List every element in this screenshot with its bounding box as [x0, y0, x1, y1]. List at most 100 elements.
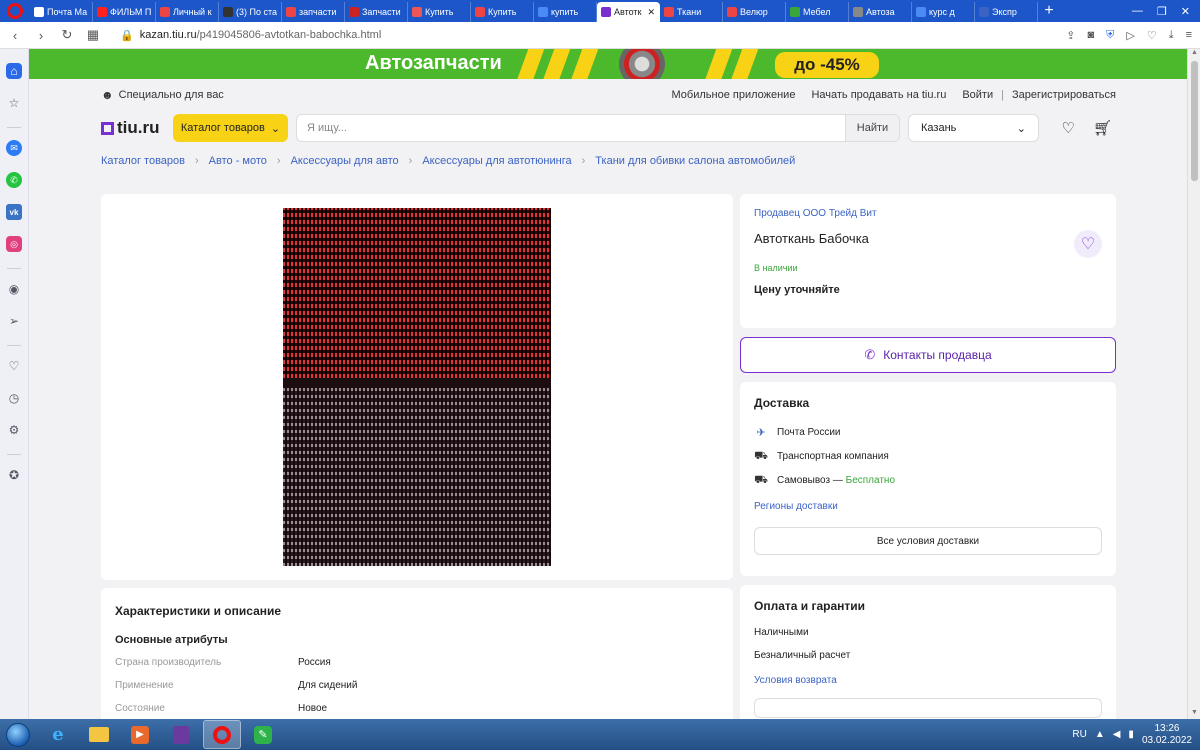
stock-status: В наличии	[754, 263, 798, 273]
start-selling-link[interactable]: Начать продавать на tiu.ru	[811, 89, 946, 101]
product-image[interactable]	[283, 208, 551, 566]
browser-tab[interactable]: Почта Ма	[30, 2, 93, 22]
seller-link[interactable]: Продавец ООО Трейд Вит	[754, 208, 1102, 219]
messenger-icon[interactable]: ✉	[6, 140, 22, 156]
send-icon[interactable]: ➢	[6, 313, 22, 329]
all-delivery-conditions-button[interactable]: Все условия доставки	[754, 527, 1102, 555]
opera-menu-button[interactable]	[0, 0, 30, 22]
camera-icon[interactable]: ◙	[1087, 29, 1094, 42]
clock[interactable]: 13:26 03.02.2022	[1142, 723, 1192, 747]
network-icon[interactable]: ▮	[1128, 729, 1134, 740]
browser-tab[interactable]: Запчасти	[345, 2, 408, 22]
delivery-item-post: ✈ Почта России	[754, 426, 1102, 439]
delivery-regions-link[interactable]: Регионы доставки	[754, 501, 1102, 512]
catalog-button[interactable]: Каталог товаров ⌄	[173, 114, 288, 142]
browser-tab[interactable]: (3) По стар	[219, 2, 282, 22]
browser-tab[interactable]: Велюр	[723, 2, 786, 22]
bookmark-heart-icon[interactable]: ♡	[1147, 29, 1157, 42]
search-button[interactable]: Найти	[845, 115, 899, 141]
scrollbar-thumb[interactable]	[1191, 61, 1198, 181]
tabs-grid-icon[interactable]: ▦	[86, 27, 100, 43]
browser-tab[interactable]: Автоза	[849, 2, 912, 22]
contact-seller-button[interactable]: ✆ Контакты продавца	[740, 337, 1116, 373]
browser-tab[interactable]: запчасти	[282, 2, 345, 22]
brake-disc-icon	[619, 49, 665, 79]
browser-tab[interactable]: курс д	[912, 2, 975, 22]
tips-bulb-icon[interactable]: ✪	[6, 467, 22, 483]
vk-icon[interactable]: vk	[6, 204, 22, 220]
browser-tab[interactable]: Автотк ✕	[597, 2, 660, 22]
taskbar-app[interactable]	[162, 720, 200, 749]
back-icon[interactable]: ‹	[8, 28, 22, 43]
page-scrollbar[interactable]: ▲ ▼	[1187, 49, 1200, 719]
register-link[interactable]: Зарегистрироваться	[1012, 89, 1116, 101]
home-icon[interactable]: ⌂	[6, 63, 22, 79]
tab-favicon-icon	[727, 7, 737, 17]
instagram-icon[interactable]: ◎	[6, 236, 22, 252]
new-tab-button[interactable]: +	[1038, 0, 1060, 22]
forward-icon[interactable]: ›	[34, 28, 48, 43]
taskbar-explorer[interactable]	[80, 720, 118, 749]
special-for-you[interactable]: ☻ Специально для вас	[101, 88, 224, 102]
play-icon[interactable]: ▷	[1126, 29, 1134, 42]
close-tab-icon[interactable]: ✕	[647, 7, 655, 18]
minimize-icon[interactable]: —	[1132, 5, 1143, 18]
payment-card: Оплата и гарантии Наличными Безналичный …	[740, 585, 1116, 719]
taskbar-green-app[interactable]: ✎	[244, 720, 282, 749]
search-input[interactable]	[297, 122, 845, 134]
browser-tab[interactable]: ФИЛЬМ П	[93, 2, 156, 22]
history-icon[interactable]: ◷	[6, 390, 22, 406]
browser-tab[interactable]: купить	[534, 2, 597, 22]
characteristics-card: Характеристики и описание Основные атриб…	[101, 588, 733, 719]
breadcrumb: Каталог товаров › Авто - мото › Аксессуары д…	[101, 155, 795, 167]
breadcrumb-item[interactable]: Ткани для обивки салона автомобилей	[595, 155, 795, 167]
breadcrumb-item[interactable]: Каталог товаров	[101, 155, 185, 167]
browser-tab[interactable]: Ткани	[660, 2, 723, 22]
add-to-favorites-heart-icon[interactable]: ♡	[1074, 230, 1102, 258]
heart-icon[interactable]: ♡	[6, 358, 22, 374]
close-window-icon[interactable]: ✕	[1181, 5, 1190, 18]
payment-more-button[interactable]	[754, 698, 1102, 718]
favorites-heart-icon[interactable]: ♡	[1062, 119, 1075, 137]
breadcrumb-item[interactable]: Авто - мото	[209, 155, 267, 167]
lock-icon: 🔒	[120, 29, 134, 42]
login-link[interactable]: Войти	[962, 89, 993, 101]
breadcrumb-item[interactable]: Аксессуары для авто	[291, 155, 399, 167]
bookmarks-star-icon[interactable]: ☆	[6, 95, 22, 111]
payment-cash: Наличными	[754, 627, 809, 638]
share-icon[interactable]: ⇪	[1066, 29, 1075, 42]
browser-tab[interactable]: Экспр	[975, 2, 1038, 22]
site-logo[interactable]: tiu.ru	[101, 118, 173, 138]
url-field[interactable]: 🔒 kazan.tiu.ru/p419045806-avtotkan-baboc…	[120, 29, 1054, 42]
browser-tab[interactable]: Купить	[408, 2, 471, 22]
taskbar-ie[interactable]: e	[39, 720, 77, 749]
browser-tab[interactable]: Личный к	[156, 2, 219, 22]
language-indicator[interactable]: RU	[1072, 729, 1086, 740]
tab-favicon-icon	[349, 7, 359, 17]
volume-icon[interactable]: ◀	[1113, 729, 1121, 740]
promo-banner[interactable]: Автозапчасти до -45%	[29, 49, 1187, 79]
menu-icon[interactable]: ≡	[1186, 29, 1192, 42]
tray-expand-icon[interactable]: ▲	[1095, 729, 1105, 740]
return-conditions-link[interactable]: Условия возврата	[754, 675, 1102, 686]
system-tray: RU ▲ ◀ ▮ 13:26 03.02.2022	[1072, 723, 1200, 747]
download-icon[interactable]: ⤓	[1169, 29, 1174, 42]
reload-icon[interactable]: ↻	[60, 27, 74, 43]
breadcrumb-item[interactable]: Аксессуары для автотюнинга	[422, 155, 571, 167]
tab-favicon-icon	[601, 7, 611, 17]
vpn-shield-icon[interactable]: ⛨	[1106, 29, 1114, 42]
mobile-app-link[interactable]: Мобильное приложение	[672, 89, 796, 101]
player-icon[interactable]: ◉	[6, 281, 22, 297]
start-button[interactable]	[0, 719, 36, 750]
taskbar-opera[interactable]	[203, 720, 241, 749]
settings-gear-icon[interactable]: ⚙	[6, 422, 22, 438]
browser-tab[interactable]: Купить	[471, 2, 534, 22]
taskbar-media[interactable]: ▶	[121, 720, 159, 749]
city-select[interactable]: Казань ⌄	[908, 114, 1039, 142]
tab-favicon-icon	[412, 7, 422, 17]
cart-icon[interactable]: 🛒︎	[1093, 119, 1112, 137]
browser-tab[interactable]: Мебел	[786, 2, 849, 22]
whatsapp-icon[interactable]: ✆	[6, 172, 22, 188]
maximize-icon[interactable]: ❐	[1157, 5, 1167, 18]
tab-label: Автотк	[614, 7, 642, 17]
